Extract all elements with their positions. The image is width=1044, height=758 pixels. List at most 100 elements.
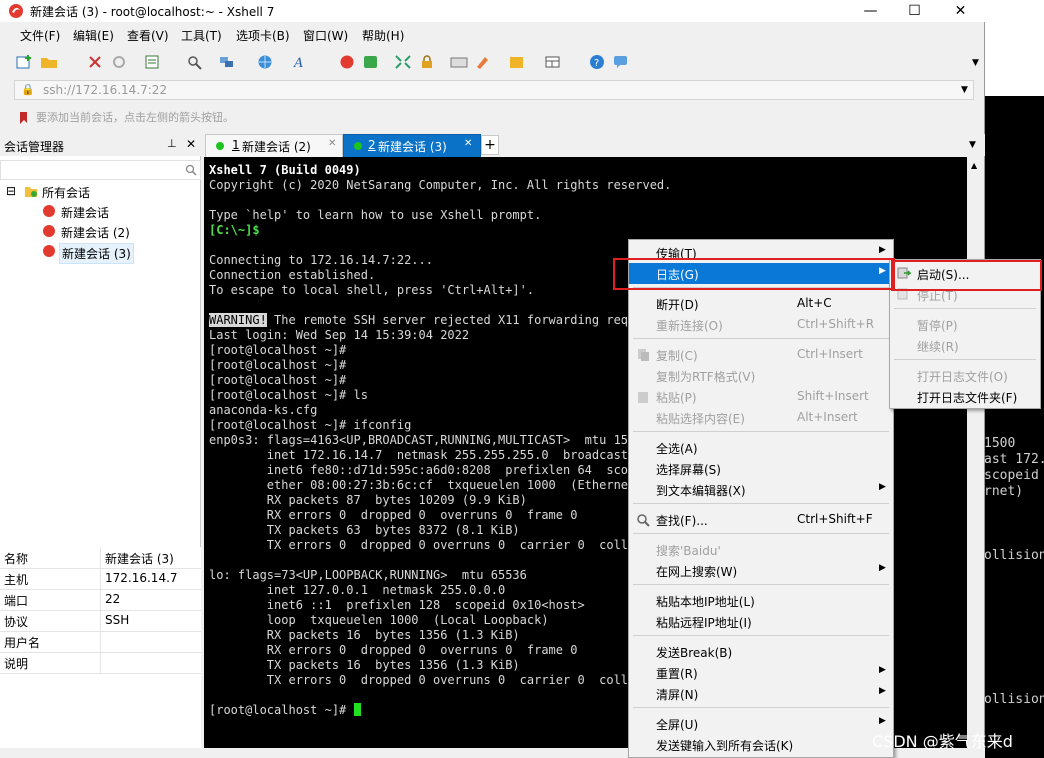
property-key: 协议 <box>4 615 29 629</box>
menu-item-disconnect[interactable]: 断开(D) Alt+C <box>629 293 893 314</box>
window-title: 新建会话 (3) - root@localhost:~ - Xshell 7 <box>30 5 275 19</box>
terminal-line: Copyright (c) 2020 NetSarang Computer, I… <box>209 178 672 192</box>
address-bar[interactable]: 🔒 ssh://172.16.14.7:22 ▼ <box>14 80 974 100</box>
new-tab-button[interactable]: + <box>481 135 499 155</box>
menu-edit[interactable]: 编辑(E) <box>73 27 114 44</box>
property-value: 22 <box>105 592 121 606</box>
terminal-line: RX errors 0 dropped 0 overruns 0 frame 0 <box>209 508 578 522</box>
local-prompt: [C:\~]$ <box>209 223 260 237</box>
terminal-line: TX packets 63 bytes 8372 (8.1 KiB) <box>209 523 520 537</box>
menu-item-fullscreen[interactable]: 全屏(U) ▶ <box>629 713 893 734</box>
menu-item-select-screen[interactable]: 选择屏幕(S) <box>629 458 893 479</box>
terminal-scrollbar[interactable]: ▲ <box>967 157 984 758</box>
chevron-down-icon[interactable]: ▼ <box>969 140 976 150</box>
menu-item-paste-selection[interactable]: 粘贴选择内容(E) Alt+Insert <box>629 407 893 428</box>
menu-window[interactable]: 窗口(W) <box>303 27 348 44</box>
properties-icon[interactable] <box>144 54 162 70</box>
minimize-button[interactable]: — <box>848 0 893 22</box>
submenu-item-resume[interactable]: 继续(R) <box>890 335 1040 356</box>
open-folder-icon[interactable] <box>40 54 58 70</box>
background-terminal-text: scopeid <box>984 468 1039 483</box>
session-icon <box>43 225 55 237</box>
tab-session-2-active[interactable]: 2 新建会话 (3) ✕ <box>343 134 481 158</box>
lock-icon[interactable] <box>418 54 436 70</box>
toolbar: A ? ▼ <box>0 48 985 76</box>
disconnect-icon[interactable] <box>110 54 128 70</box>
highlight-icon[interactable] <box>474 54 492 70</box>
hint-bar: 要添加当前会话，点击左侧的箭头按钮。 <box>14 108 974 128</box>
chevron-down-icon[interactable]: ▼ <box>961 85 968 95</box>
property-value: 172.16.14.7 <box>105 571 178 585</box>
tree-root-all-sessions[interactable]: 所有会话 <box>42 184 90 201</box>
menu-item-to-text-editor[interactable]: 到文本编辑器(X) ▶ <box>629 479 893 500</box>
tab-session-1[interactable]: 1 新建会话 (2) ✕ <box>205 134 343 158</box>
menu-item-reconnect[interactable]: 重新连接(O) Ctrl+Shift+R <box>629 314 893 335</box>
tree-item-session-selected[interactable]: 新建会话 (3) <box>59 243 134 264</box>
menu-item-paste-remote-ip[interactable]: 粘贴远程IP地址(I) <box>629 611 893 632</box>
session-icon <box>43 205 55 217</box>
menu-item-find[interactable]: 查找(F)... Ctrl+Shift+F <box>629 509 893 530</box>
menu-item-send-to-all[interactable]: 发送键输入到所有会话(K) <box>629 734 893 755</box>
tree-collapse-toggle[interactable]: ⊟ <box>6 184 16 198</box>
close-tab-icon[interactable]: ✕ <box>328 138 336 149</box>
menu-item-copy-rtf[interactable]: 复制为RTF格式(V) <box>629 365 893 386</box>
background-terminal-text: ast 172. <box>984 452 1044 467</box>
close-button[interactable]: ✕ <box>938 0 983 22</box>
menu-view[interactable]: 查看(V) <box>127 27 169 44</box>
fullscreen-icon[interactable] <box>394 54 412 70</box>
sftp-icon[interactable] <box>218 54 236 70</box>
submenu-item-pause[interactable]: 暂停(P) <box>890 314 1040 335</box>
menu-item-copy[interactable]: 复制(C) Ctrl+Insert <box>629 344 893 365</box>
background-terminal-text: rnet) <box>984 484 1024 499</box>
search-icon[interactable] <box>185 164 197 176</box>
bookmark-arrow-icon[interactable] <box>18 111 32 125</box>
scroll-up-icon[interactable]: ▲ <box>971 161 977 170</box>
add-tab-icon[interactable] <box>508 54 526 70</box>
menu-item-paste-local-ip[interactable]: 粘贴本地IP地址(L) <box>629 590 893 611</box>
close-icon[interactable]: ✕ <box>186 137 196 151</box>
submenu-item-open-log-file[interactable]: 打开日志文件(O) <box>890 365 1040 386</box>
maximize-button[interactable]: ☐ <box>892 0 937 22</box>
menu-item-paste[interactable]: 粘贴(P) Shift+Insert <box>629 386 893 407</box>
pin-icon[interactable]: ⊥ <box>167 137 177 150</box>
menu-item-reset[interactable]: 重置(R) ▶ <box>629 662 893 683</box>
terminal-line: To escape to local shell, press 'Ctrl+Al… <box>209 283 535 297</box>
session-properties-table: 名称 新建会话 (3) 主机 172.16.14.7 端口 22 协议 SSH 用户名 … <box>0 547 201 758</box>
keyboard-icon[interactable] <box>450 54 468 70</box>
chat-icon[interactable] <box>612 54 630 70</box>
submenu-arrow-icon: ▶ <box>879 245 886 255</box>
menu-tabs[interactable]: 选项卡(B) <box>236 27 290 44</box>
reconnect-icon[interactable] <box>86 54 104 70</box>
menu-tools[interactable]: 工具(T) <box>181 27 222 44</box>
menu-item-select-all[interactable]: 全选(A) <box>629 437 893 458</box>
menu-item-clear-screen[interactable]: 清屏(N) ▶ <box>629 683 893 704</box>
background-terminal-text: ollision <box>984 692 1044 707</box>
font-icon[interactable]: A <box>292 54 310 70</box>
menu-item-search-baidu[interactable]: 搜索'Baidu' <box>629 539 893 560</box>
property-row: 端口 22 <box>0 589 201 611</box>
address-input[interactable]: ssh://172.16.14.7:22 <box>43 83 167 97</box>
new-session-icon[interactable] <box>16 54 34 70</box>
close-tab-icon[interactable]: ✕ <box>464 138 472 149</box>
title-bar[interactable]: 新建会话 (3) - root@localhost:~ - Xshell 7 —… <box>0 0 985 22</box>
session-search-input[interactable] <box>0 160 201 180</box>
terminal-prompt: [root@localhost ~]# <box>209 703 354 717</box>
tree-item-session[interactable]: 新建会话 (2) <box>61 224 130 241</box>
terminal-line: ether 08:00:27:3b:6c:cf txqueuelen 1000 … <box>209 478 643 492</box>
globe-icon[interactable] <box>256 54 274 70</box>
layout-icon[interactable] <box>544 54 562 70</box>
tree-item-session[interactable]: 新建会话 <box>61 204 109 221</box>
help-icon[interactable]: ? <box>588 54 606 70</box>
menu-file[interactable]: 文件(F) <box>20 27 60 44</box>
menu-item-send-break[interactable]: 发送Break(B) <box>629 641 893 662</box>
menu-item-web-search[interactable]: 在网上搜索(W) ▶ <box>629 560 893 581</box>
submenu-item-open-log-folder[interactable]: 打开日志文件夹(F) <box>890 386 1040 407</box>
xshell-icon[interactable] <box>338 54 356 70</box>
terminal-line: Type `help' to learn how to use Xshell p… <box>209 208 542 222</box>
menu-help[interactable]: 帮助(H) <box>362 27 404 44</box>
property-key: 名称 <box>4 552 29 566</box>
terminal-line: [root@localhost ~]# ifconfig <box>209 418 412 432</box>
chevron-down-icon[interactable]: ▼ <box>972 58 979 68</box>
xftp-icon[interactable] <box>362 54 380 70</box>
find-icon[interactable] <box>186 54 204 70</box>
